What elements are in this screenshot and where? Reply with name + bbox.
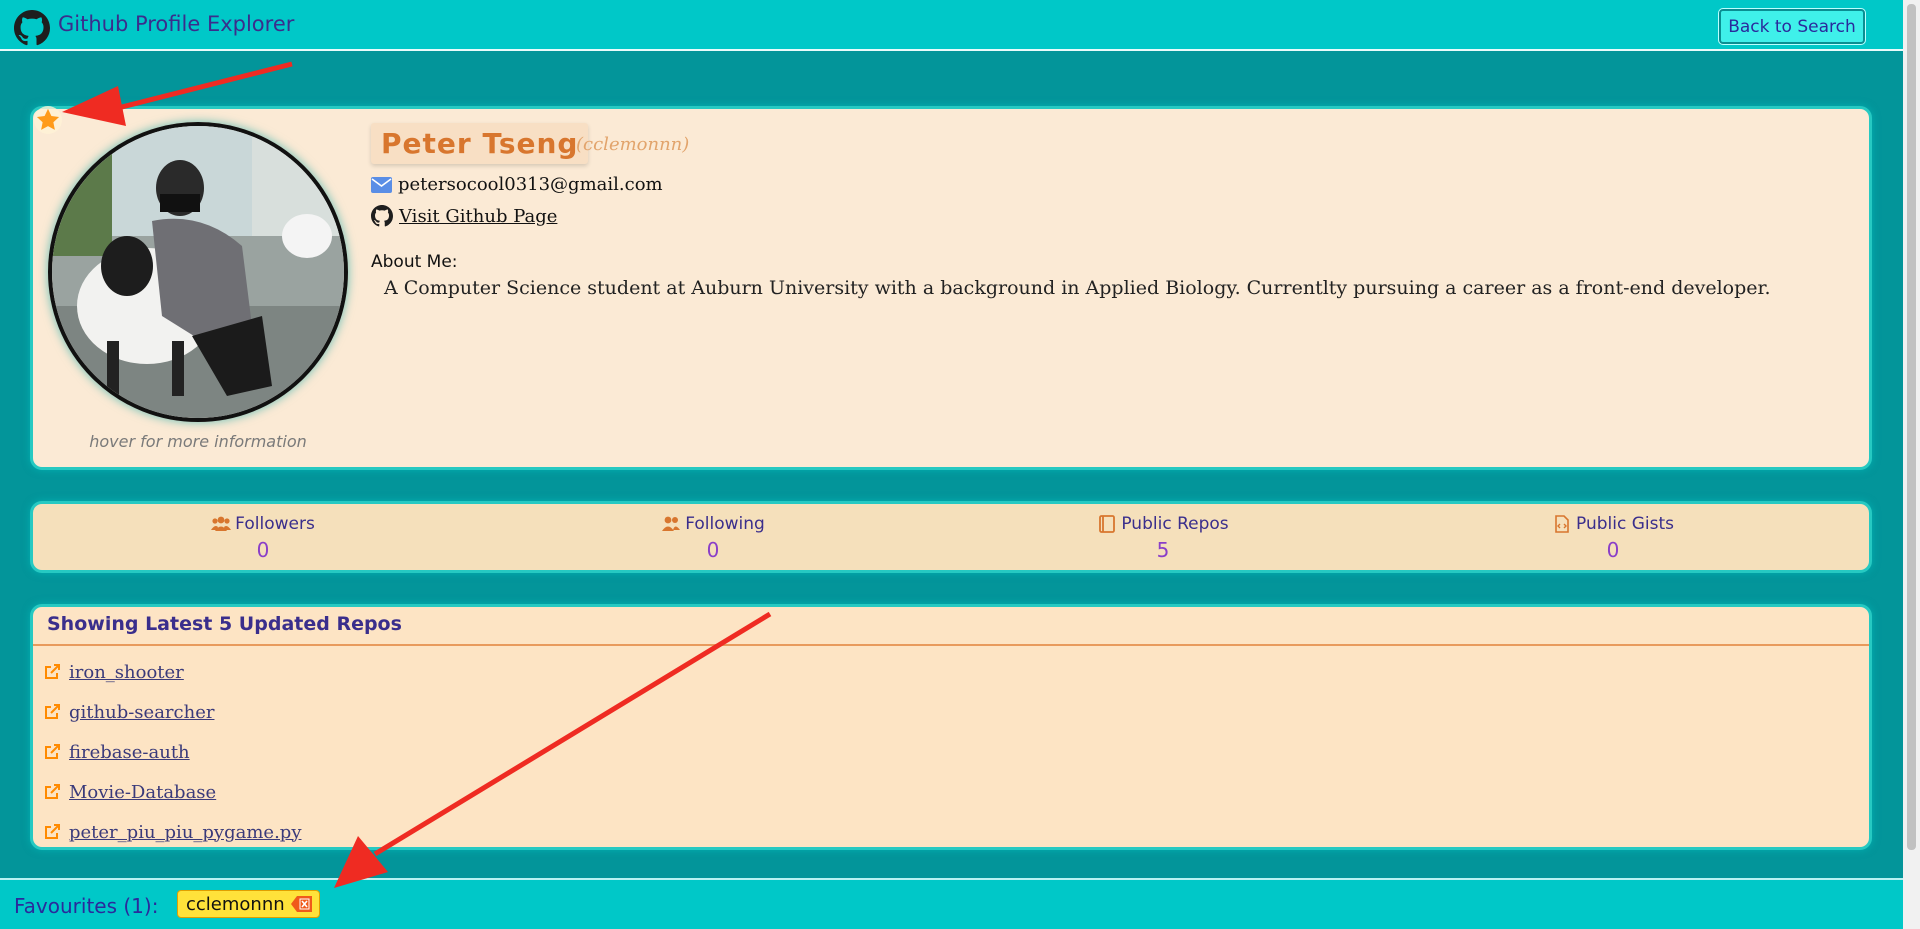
stat-value: 0 [1606, 538, 1620, 562]
page-scrollbar[interactable] [1903, 0, 1920, 929]
repo-link-movie-database[interactable]: Movie-Database [69, 782, 216, 803]
stat-label: Following [685, 514, 765, 534]
profile-username: (cclemonnn) [576, 134, 690, 155]
favourite-star-icon[interactable] [34, 106, 62, 134]
stat-value: 0 [706, 538, 720, 562]
repos-card: Showing Latest 5 Updated Repos iron_shoo… [30, 604, 1872, 850]
list-item: peter_piu_piu_pygame.py [43, 812, 1869, 847]
envelope-icon [371, 176, 392, 193]
profile-name: Peter Tseng [381, 127, 579, 160]
repo-link-peter-piu-piu-pygame[interactable]: peter_piu_piu_pygame.py [69, 822, 302, 843]
following-icon [662, 516, 681, 531]
github-link-row[interactable]: Visit Github Page [371, 205, 557, 227]
top-bar: Github Profile Explorer Back to Search [0, 0, 1903, 51]
external-link-icon[interactable] [43, 703, 61, 721]
avatar-hover-hint: hover for more information [89, 432, 307, 451]
favourites-label: Favourites (1): [14, 894, 159, 918]
stat-label: Public Repos [1121, 514, 1229, 534]
stat-followers: Followers 0 [183, 514, 343, 562]
about-me-label: About Me: [371, 252, 458, 272]
profile-email: petersocool0313@gmail.com [398, 174, 663, 195]
repo-link-iron-shooter[interactable]: iron_shooter [69, 662, 184, 683]
email-row: petersocool0313@gmail.com [371, 174, 663, 195]
stat-label: Public Gists [1576, 514, 1674, 534]
list-item: Movie-Database [43, 772, 1869, 812]
favourites-bar: Favourites (1): cclemonnn [0, 878, 1903, 929]
remove-favourite-icon[interactable] [290, 895, 313, 913]
app-title: Github Profile Explorer [58, 12, 295, 36]
favourite-chip-name[interactable]: cclemonnn [186, 894, 285, 915]
external-link-icon[interactable] [43, 743, 61, 761]
external-link-icon[interactable] [43, 663, 61, 681]
stat-following: Following 0 [633, 514, 793, 562]
visit-github-page-link[interactable]: Visit Github Page [399, 206, 557, 227]
repo-link-firebase-auth[interactable]: firebase-auth [69, 742, 190, 763]
list-item: github-searcher [43, 692, 1869, 732]
repo-link-github-searcher[interactable]: github-searcher [69, 702, 214, 723]
list-item: iron_shooter [43, 652, 1869, 692]
github-icon [371, 205, 393, 227]
stats-card: Followers 0 Following 0 Public Repos 5 P… [30, 501, 1872, 573]
stat-value: 0 [256, 538, 270, 562]
back-to-search-button[interactable]: Back to Search [1719, 9, 1865, 44]
external-link-icon[interactable] [43, 823, 61, 841]
repo-list: iron_shooter github-searcher firebase-au… [33, 646, 1869, 847]
profile-avatar[interactable] [48, 122, 348, 422]
about-me-text: A Computer Science student at Auburn Uni… [384, 277, 1771, 299]
list-item: firebase-auth [43, 732, 1869, 772]
stat-public-repos: Public Repos 5 [1083, 514, 1243, 562]
repo-book-icon [1099, 515, 1116, 533]
scrollbar-thumb[interactable] [1907, 4, 1916, 850]
repos-header: Showing Latest 5 Updated Repos [33, 607, 1869, 646]
followers-icon [211, 516, 232, 531]
avatar-photo [52, 126, 344, 418]
stat-value: 5 [1156, 538, 1170, 562]
github-logo-icon [14, 10, 50, 46]
profile-name-box: Peter Tseng [371, 123, 589, 164]
stat-label: Followers [235, 514, 315, 534]
external-link-icon[interactable] [43, 783, 61, 801]
stat-public-gists: Public Gists 0 [1533, 514, 1693, 562]
favourite-chip[interactable]: cclemonnn [177, 890, 320, 918]
gist-file-icon [1555, 515, 1569, 533]
